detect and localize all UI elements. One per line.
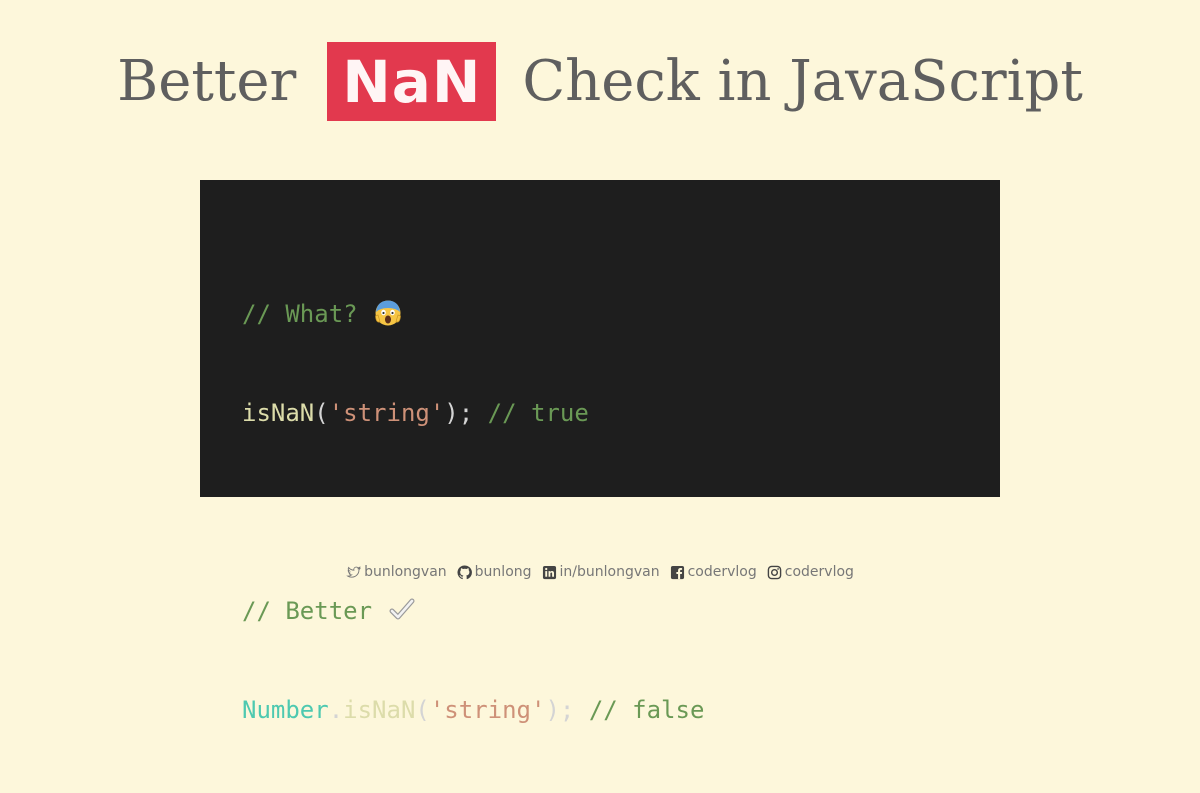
social-footer: bunlongvan bunlong in/bunlongvan codervl… xyxy=(0,560,1200,584)
facebook-icon xyxy=(670,565,684,579)
linkedin-handle: in/bunlongvan xyxy=(559,564,660,580)
code-line-2: isNaN('string'); // true xyxy=(242,397,704,430)
punct-dot: . xyxy=(328,696,344,724)
facebook-handle: codervlog xyxy=(687,564,757,580)
code-block: // What? isNaN('string'); // true // Bet… xyxy=(242,232,704,793)
face-screaming-in-fear-icon xyxy=(375,300,401,326)
twitter-link[interactable]: bunlongvan xyxy=(346,564,447,580)
check-mark-icon xyxy=(389,598,414,620)
comment-what: // What? xyxy=(242,300,358,328)
title-after: Check in JavaScript xyxy=(522,48,1083,114)
code-line-1: // What? xyxy=(242,298,704,331)
github-icon xyxy=(457,564,472,579)
comment-true: // true xyxy=(487,399,589,427)
twitter-handle: bunlongvan xyxy=(364,564,447,580)
page-title: Better NaN Check in JavaScript xyxy=(0,42,1200,121)
linkedin-link[interactable]: in/bunlongvan xyxy=(542,564,660,580)
comment-false: // false xyxy=(588,696,705,724)
code-panel: // What? isNaN('string'); // true // Bet… xyxy=(200,180,1000,724)
github-link[interactable]: bunlong xyxy=(457,564,532,580)
facebook-link[interactable]: codervlog xyxy=(670,564,757,580)
nan-badge: NaN xyxy=(327,42,497,121)
string-arg: 'string' xyxy=(328,399,445,427)
github-handle: bunlong xyxy=(474,564,532,580)
instagram-handle: codervlog xyxy=(784,564,854,580)
punct-open: ( xyxy=(314,399,329,427)
linkedin-icon xyxy=(542,565,556,579)
code-line-5: Number.isNaN('string'); // false xyxy=(242,694,704,727)
instagram-icon xyxy=(767,565,782,579)
class-number: Number xyxy=(242,696,329,724)
fn-isnan: isNaN xyxy=(242,399,315,427)
instagram-link[interactable]: codervlog xyxy=(767,564,854,580)
punct-open-2: ( xyxy=(415,696,430,724)
comment-better: // Better xyxy=(242,597,373,625)
punct-close: ); xyxy=(444,399,474,427)
fn-number-isnan: isNaN xyxy=(343,696,416,724)
punct-close-2: ); xyxy=(545,696,575,724)
title-before: Better xyxy=(117,48,297,114)
string-arg-2: 'string' xyxy=(429,696,546,724)
twitter-icon xyxy=(346,565,361,578)
